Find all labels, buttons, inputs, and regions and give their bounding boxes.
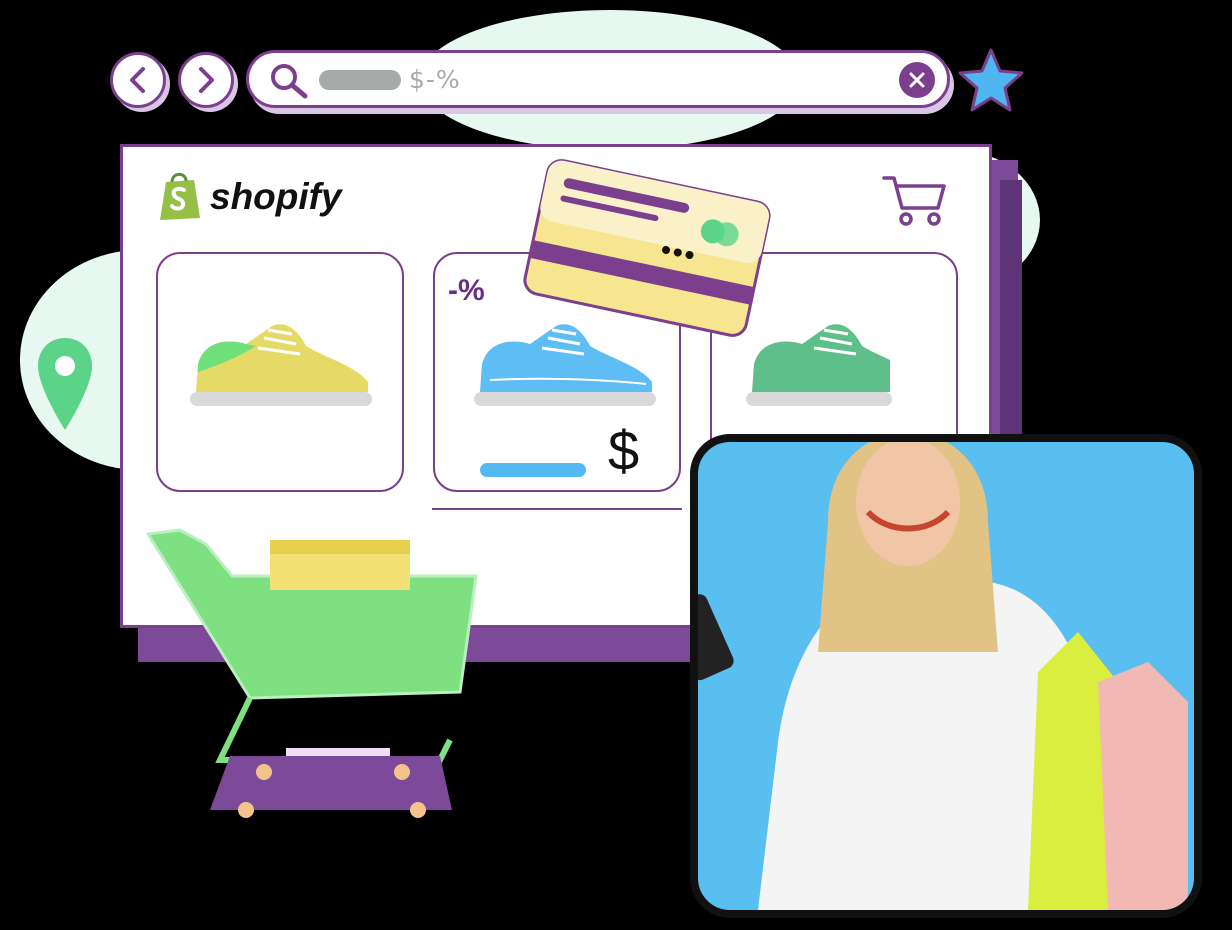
product-divider (432, 508, 682, 510)
shopper-photo (690, 434, 1202, 918)
search-query-text: $-% (409, 65, 461, 94)
price-symbol: $ (608, 419, 640, 482)
credit-card-icon (523, 159, 771, 337)
close-icon (909, 72, 925, 88)
search-icon (271, 64, 308, 99)
search-query-placeholder-pill (319, 70, 401, 90)
store-logo-text: shopify (210, 176, 342, 217)
forward-icon (199, 67, 214, 93)
shopper-figure (698, 442, 1188, 910)
clear-search-button[interactable] (899, 62, 935, 98)
discount-badge: -% (448, 274, 485, 307)
cart-icon[interactable] (882, 172, 948, 228)
star-icon[interactable] (956, 46, 1026, 114)
address-bar[interactable]: $-% (246, 50, 950, 108)
price-bar (480, 463, 586, 477)
location-pin-icon (38, 338, 92, 430)
forward-button[interactable] (178, 52, 234, 108)
shopify-bag-icon (160, 172, 200, 220)
sneaker-image (190, 324, 372, 406)
window-shadow-side (1000, 180, 1022, 470)
back-button[interactable] (110, 52, 166, 108)
shopping-cart-illustration (145, 528, 478, 818)
back-icon (130, 67, 145, 93)
